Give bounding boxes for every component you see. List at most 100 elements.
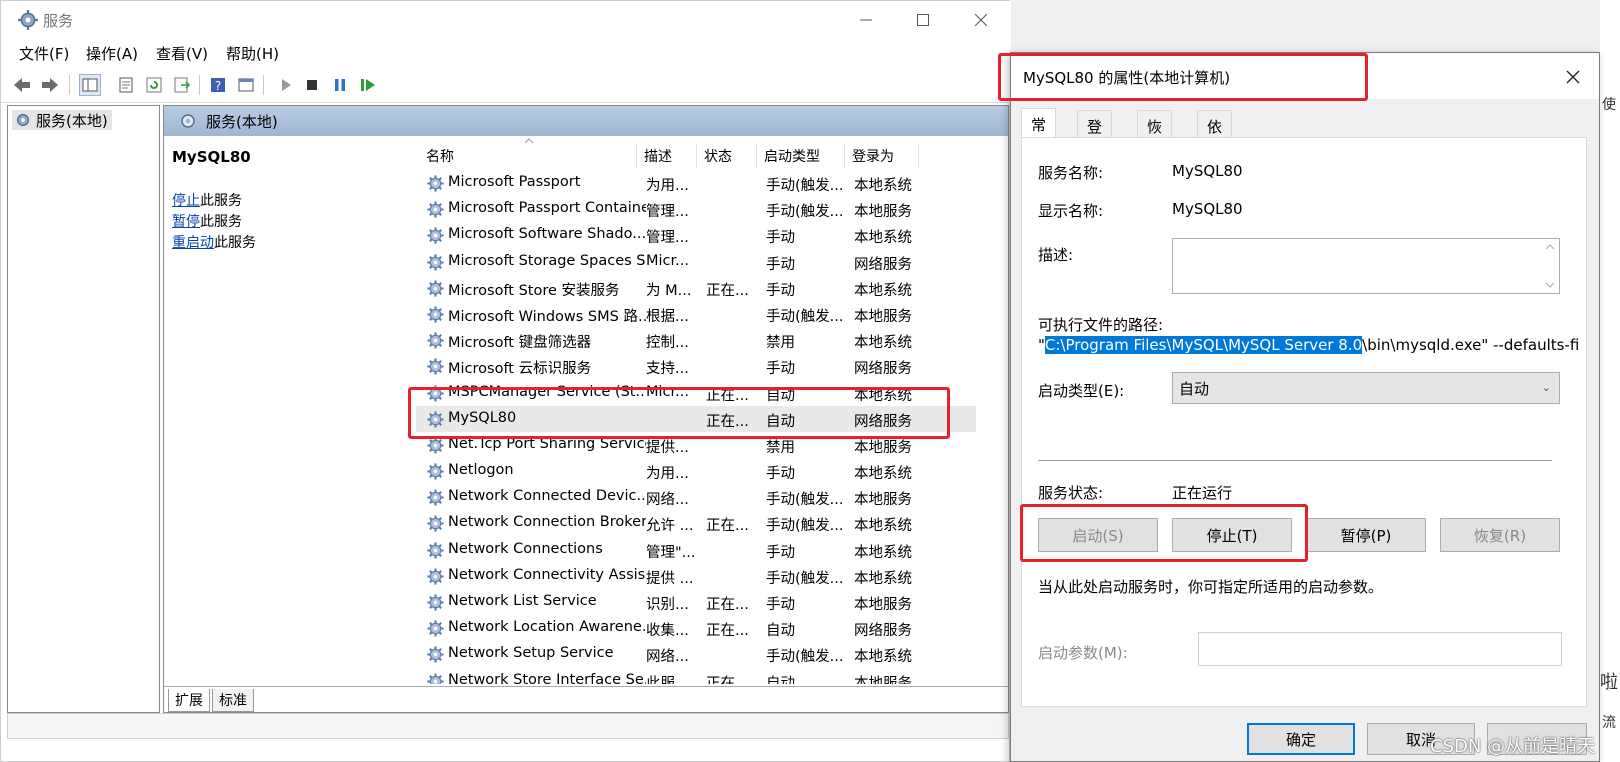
restart-service-toolbar-button[interactable]	[357, 74, 379, 96]
tab-recovery[interactable]: 恢复	[1137, 110, 1173, 157]
column-header-name[interactable]: 名称	[426, 146, 454, 166]
menu-action[interactable]: 操作(A)	[86, 43, 138, 64]
export-list-button[interactable]	[171, 74, 193, 96]
service-gear-icon	[427, 411, 444, 428]
scroll-up-icon[interactable]	[1545, 243, 1555, 251]
general-tab-panel: 服务名称: MySQL80 显示名称: MySQL80 描述: 可执行文件的路径…	[1021, 137, 1587, 707]
pause-service-toolbar-button[interactable]	[329, 74, 351, 96]
tab-dependencies[interactable]: 依存关系	[1197, 110, 1233, 199]
forward-button[interactable]	[39, 74, 61, 96]
startup-type-label: 启动类型(E):	[1038, 382, 1125, 400]
refresh-button[interactable]	[143, 74, 165, 96]
table-row[interactable]: Microsoft 云标识服务 支持... 手动 网络服务	[416, 353, 976, 379]
table-row[interactable]: Network List Service 识别... 正在... 手动 本地服务	[416, 589, 976, 615]
table-row[interactable]: Network Setup Service 网络... 手动(触发... 本地系统	[416, 641, 976, 667]
minimize-button[interactable]	[841, 5, 891, 35]
ok-button[interactable]: 确定	[1247, 723, 1355, 755]
table-row[interactable]: Network Connection Broker 允许 ... 正在... 手动(触…	[416, 510, 976, 536]
table-row[interactable]: Microsoft Software Shado... 管理... 手动 本地系统	[416, 222, 976, 248]
tab-general[interactable]: 常规	[1021, 108, 1057, 155]
window-view-icon	[238, 78, 254, 92]
dialog-title-bar[interactable]: MySQL80 的属性(本地计算机)	[1011, 53, 1599, 99]
column-header-startup-type[interactable]: 启动类型	[764, 146, 820, 166]
cell-name: Microsoft Store 安装服务	[448, 282, 620, 299]
services-gear-icon	[18, 10, 38, 30]
table-row[interactable]: MSPCManager Service (St... Micr... 正在... 自动…	[416, 380, 976, 406]
table-row[interactable]: Microsoft Windows SMS 路... 根据... 手动(触发... 本…	[416, 301, 976, 327]
service-gear-icon	[427, 594, 444, 611]
services-gear-icon	[16, 113, 30, 127]
view-tabs: 扩展 标准	[164, 686, 1008, 712]
tab-log-on[interactable]: 登录	[1077, 110, 1113, 157]
table-row[interactable]: Network Connections 管理"... 手动 本地系统	[416, 537, 976, 563]
cell-log-on-as: 网络服务	[854, 361, 912, 378]
stop-button[interactable]: 停止(T)	[1172, 518, 1292, 552]
start-service-toolbar-button[interactable]	[275, 74, 297, 96]
view-toolbar-button[interactable]	[235, 74, 257, 96]
close-button[interactable]	[956, 5, 1006, 35]
menu-view[interactable]: 查看(V)	[156, 43, 208, 64]
cell-startup-type: 手动(触发...	[766, 204, 844, 221]
table-row[interactable]: Netlogon 为用... 手动 本地系统	[416, 458, 976, 484]
minimize-icon	[860, 19, 872, 21]
cell-startup-type: 手动	[766, 282, 795, 299]
menu-file[interactable]: 文件(F)	[19, 43, 69, 64]
table-row[interactable]: Microsoft Passport Container 管理... 手动(触发..…	[416, 196, 976, 222]
pause-button[interactable]: 暂停(P)	[1306, 518, 1426, 552]
show-tree-button[interactable]	[79, 74, 101, 96]
cell-description: 此服...	[646, 675, 689, 684]
action-suffix: 此服务	[200, 214, 242, 230]
table-row[interactable]: Net.Tcp Port Sharing Service 提供... 禁用 本地服务	[416, 432, 976, 458]
help-toolbar-button[interactable]: ?	[207, 74, 229, 96]
cell-log-on-as: 本地服务	[854, 675, 912, 684]
table-row[interactable]: Microsoft Storage Spaces S... Micr... 手动 网络…	[416, 249, 976, 275]
restart-service-link[interactable]: 重启动	[172, 235, 214, 251]
status-bar	[7, 713, 1009, 739]
service-status-label: 服务状态:	[1038, 484, 1104, 502]
service-gear-icon	[427, 646, 444, 663]
start-button[interactable]: 启动(S)	[1038, 518, 1158, 552]
table-row[interactable]: Network Connectivity Assis... 提供 ... 手动(触发…	[416, 563, 976, 589]
service-gear-icon	[427, 384, 444, 402]
chevron-down-icon: ⌄	[1541, 381, 1551, 394]
properties-toolbar-button[interactable]	[115, 74, 137, 96]
startup-type-select[interactable]: 自动 ⌄	[1172, 372, 1560, 404]
executable-path-value[interactable]: "C:\Program Files\MySQL\MySQL Server 8.0…	[1038, 336, 1578, 358]
maximize-button[interactable]	[898, 5, 948, 35]
back-button[interactable]	[11, 74, 33, 96]
cell-description: 识别...	[646, 597, 689, 613]
scroll-down-icon[interactable]	[1545, 281, 1555, 289]
cell-startup-type: 手动(触发...	[766, 570, 844, 587]
cell-log-on-as: 本地服务	[854, 439, 912, 456]
pause-service-link[interactable]: 暂停	[172, 214, 200, 230]
tab-extended[interactable]: 扩展	[168, 689, 210, 712]
title-bar[interactable]: 服务	[1, 1, 1011, 39]
resume-button[interactable]: 恢复(R)	[1440, 518, 1560, 552]
table-row[interactable]: Microsoft Store 安装服务 为 M... 正在... 手动 本地系统	[416, 275, 976, 301]
table-row[interactable]: Microsoft Passport 为用... 手动(触发... 本地系统	[416, 170, 976, 196]
table-row[interactable]: Network Store Interface Se... 此服... 正在... 自…	[416, 668, 976, 684]
stop-service-toolbar-button[interactable]	[301, 74, 323, 96]
table-row[interactable]: Network Location Awarene... 收集... 正在... 自动 网…	[416, 615, 976, 641]
table-row[interactable]: MySQL80 正在... 自动 网络服务	[416, 405, 976, 432]
table-row[interactable]: Network Connected Devic... 网络... 手动(触发... 本…	[416, 484, 976, 510]
stop-service-link[interactable]: 停止	[172, 193, 200, 209]
cell-startup-type: 手动	[766, 597, 795, 613]
menu-help[interactable]: 帮助(H)	[226, 43, 279, 64]
column-header-status[interactable]: 状态	[704, 146, 732, 166]
tree-item-services-local[interactable]: 服务(本地)	[12, 110, 112, 130]
description-box[interactable]	[1172, 238, 1560, 294]
cell-name: Network Connection Broker	[448, 514, 646, 531]
tab-standard[interactable]: 标准	[212, 689, 254, 712]
column-header-log-on-as[interactable]: 登录为	[852, 146, 894, 166]
start-params-input[interactable]	[1198, 632, 1562, 666]
cell-name: MSPCManager Service (St...	[448, 383, 646, 400]
cell-name: Netlogon	[448, 462, 514, 479]
cell-status: 正在...	[706, 387, 749, 404]
dialog-close-button[interactable]	[1559, 63, 1587, 91]
column-header-description[interactable]: 描述	[644, 146, 672, 166]
cell-log-on-as: 本地系统	[854, 466, 912, 483]
table-row[interactable]: Microsoft 键盘筛选器 控制... 禁用 本地系统	[416, 327, 976, 353]
action-pause: 暂停此服务	[172, 211, 242, 231]
cell-status: 正在...	[706, 597, 749, 613]
